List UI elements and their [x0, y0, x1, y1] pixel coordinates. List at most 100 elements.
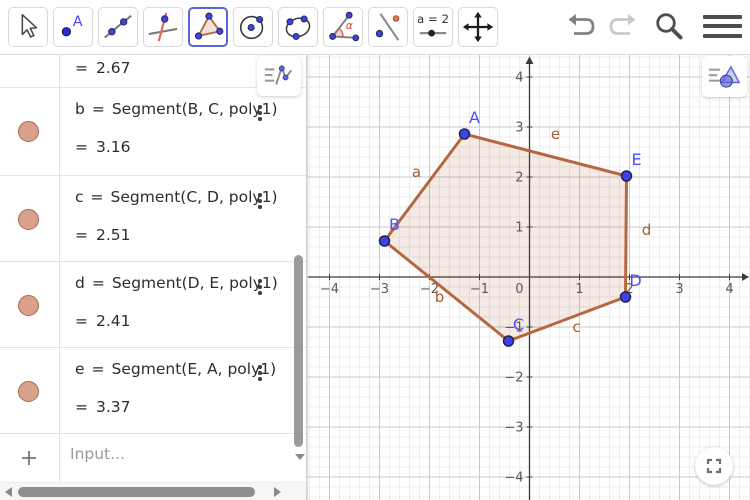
- y-tick-label: −3: [504, 421, 523, 436]
- scroll-left-arrow[interactable]: [5, 486, 12, 497]
- segment-b-value: 3.16: [96, 138, 131, 156]
- ellipse-tool-button[interactable]: [278, 7, 318, 47]
- menu-button[interactable]: [703, 15, 742, 38]
- polygon-icon: [194, 12, 224, 40]
- line-tool-button[interactable]: [98, 7, 138, 47]
- equals-sign: =: [75, 398, 88, 416]
- graphics-view: −4−3−2−112344321−1−2−3−40abcdeABCDE: [308, 55, 750, 500]
- point-label-C: C: [513, 315, 524, 334]
- segment-d-value: 2.41: [96, 312, 131, 330]
- visibility-toggle-e[interactable]: [18, 381, 39, 402]
- angle-tool-button[interactable]: α: [323, 7, 363, 47]
- point-tool-label: A: [73, 14, 83, 30]
- point-label-B: B: [389, 215, 400, 234]
- graph-point-D[interactable]: [619, 291, 632, 303]
- move-graphics-view-tool-button[interactable]: [458, 7, 498, 47]
- algebra-input[interactable]: [68, 444, 272, 464]
- x-tick-label: −3: [370, 282, 389, 297]
- y-tick-label: −4: [504, 471, 523, 486]
- reflect-tool-button[interactable]: [368, 7, 408, 47]
- object-definition: Segment(E, A, poly1): [111, 360, 277, 378]
- graph-point-A[interactable]: [458, 128, 471, 140]
- point-label-A: A: [469, 108, 480, 127]
- point-icon: A: [61, 14, 83, 37]
- object-label: e: [75, 360, 85, 378]
- undo-button[interactable]: [568, 11, 598, 42]
- scroll-down-arrow[interactable]: [295, 454, 305, 460]
- x-tick-label: −4: [320, 282, 339, 297]
- search-button[interactable]: [653, 10, 685, 45]
- row-menu-icon[interactable]: [256, 363, 264, 383]
- graphics-stylebar-button[interactable]: [702, 56, 747, 97]
- equals-sign: =: [90, 188, 104, 206]
- perpendicular-line-icon: [148, 12, 178, 42]
- row-menu-icon[interactable]: [256, 103, 264, 123]
- equals-sign: =: [75, 138, 88, 156]
- plus-icon: [22, 451, 36, 465]
- y-tick-label: 4: [515, 71, 523, 86]
- line-icon: [104, 14, 132, 39]
- segment-e-value: 3.37: [96, 398, 131, 416]
- row-menu-icon[interactable]: [256, 191, 264, 211]
- graph-canvas[interactable]: −4−3−2−112344321−1−2−3−40abcdeABCDE: [308, 55, 750, 500]
- circle-icon: [239, 15, 264, 40]
- geogebra-app: A α a = 2 = 2.67 b = Segment(B, C, poly1…: [0, 0, 750, 500]
- polygon-tool-button[interactable]: [188, 7, 228, 47]
- move-tool-button[interactable]: [8, 7, 48, 47]
- object-label: b: [75, 100, 85, 118]
- fullscreen-icon: [706, 458, 722, 474]
- point-label-E: E: [631, 150, 641, 169]
- fullscreen-button[interactable]: [695, 447, 733, 485]
- segment-label-e: e: [551, 125, 560, 143]
- horizontal-scrollbar-thumb[interactable]: [18, 486, 255, 497]
- graph-point-C[interactable]: [502, 335, 515, 347]
- algebra-row-e[interactable]: e = Segment(E, A, poly1) = 3.37: [0, 348, 306, 434]
- y-tick-label: 3: [515, 121, 523, 136]
- algebra-row-d[interactable]: d = Segment(D, E, poly1) = 2.41: [0, 262, 306, 348]
- graph-point-E[interactable]: [620, 170, 633, 182]
- redo-button[interactable]: [606, 11, 636, 42]
- visibility-toggle-d[interactable]: [18, 295, 39, 316]
- segment-label-b: b: [435, 288, 445, 306]
- object-label: d: [75, 274, 85, 292]
- algebra-style-icon: [264, 64, 292, 85]
- object-label: c: [75, 188, 84, 206]
- toolbar: A α a = 2: [0, 0, 750, 55]
- object-definition: Segment(D, E, poly1): [111, 274, 278, 292]
- graph-point-B[interactable]: [378, 235, 391, 247]
- algebra-row-b[interactable]: b = Segment(B, C, poly1) = 3.16: [0, 88, 306, 176]
- visibility-toggle-b[interactable]: [18, 121, 39, 142]
- angle-tool-label: α: [346, 20, 353, 32]
- perpendicular-line-tool-button[interactable]: [143, 7, 183, 47]
- y-tick-label: −2: [504, 371, 523, 386]
- slider-tool-button[interactable]: a = 2: [413, 7, 453, 47]
- angle-icon: α: [329, 11, 360, 42]
- x-axis-arrow: [742, 273, 749, 281]
- vertical-scrollbar-thumb[interactable]: [294, 255, 303, 447]
- redo-icon: [609, 14, 636, 35]
- segment-label-d: d: [642, 221, 652, 239]
- visibility-toggle-c[interactable]: [18, 209, 39, 230]
- cursor-icon: [21, 13, 38, 38]
- algebra-stylebar-button[interactable]: [257, 56, 301, 96]
- equals-sign: =: [75, 59, 88, 77]
- segment-a-value: 2.67: [96, 59, 131, 77]
- point-label-D: D: [629, 271, 641, 290]
- move-view-icon: [462, 11, 494, 43]
- slider-tool-label: a = 2: [417, 12, 449, 26]
- x-tick-label: 4: [725, 282, 733, 297]
- slider-icon: a = 2: [417, 12, 449, 37]
- point-tool-button[interactable]: A: [53, 7, 93, 47]
- equals-sign: =: [75, 312, 88, 330]
- segment-c-value: 2.51: [96, 226, 131, 244]
- equals-sign: =: [91, 360, 105, 378]
- algebra-view: = 2.67 b = Segment(B, C, poly1) = 3.16 c…: [0, 55, 306, 500]
- x-tick-label: 3: [675, 282, 683, 297]
- scroll-right-arrow[interactable]: [274, 486, 281, 497]
- algebra-row-c[interactable]: c = Segment(C, D, poly1) = 2.51: [0, 176, 306, 262]
- segment-label-c: c: [572, 318, 580, 336]
- horizontal-scrollbar[interactable]: [0, 482, 306, 500]
- circle-tool-button[interactable]: [233, 7, 273, 47]
- row-menu-icon[interactable]: [256, 277, 264, 297]
- equals-sign: =: [75, 226, 88, 244]
